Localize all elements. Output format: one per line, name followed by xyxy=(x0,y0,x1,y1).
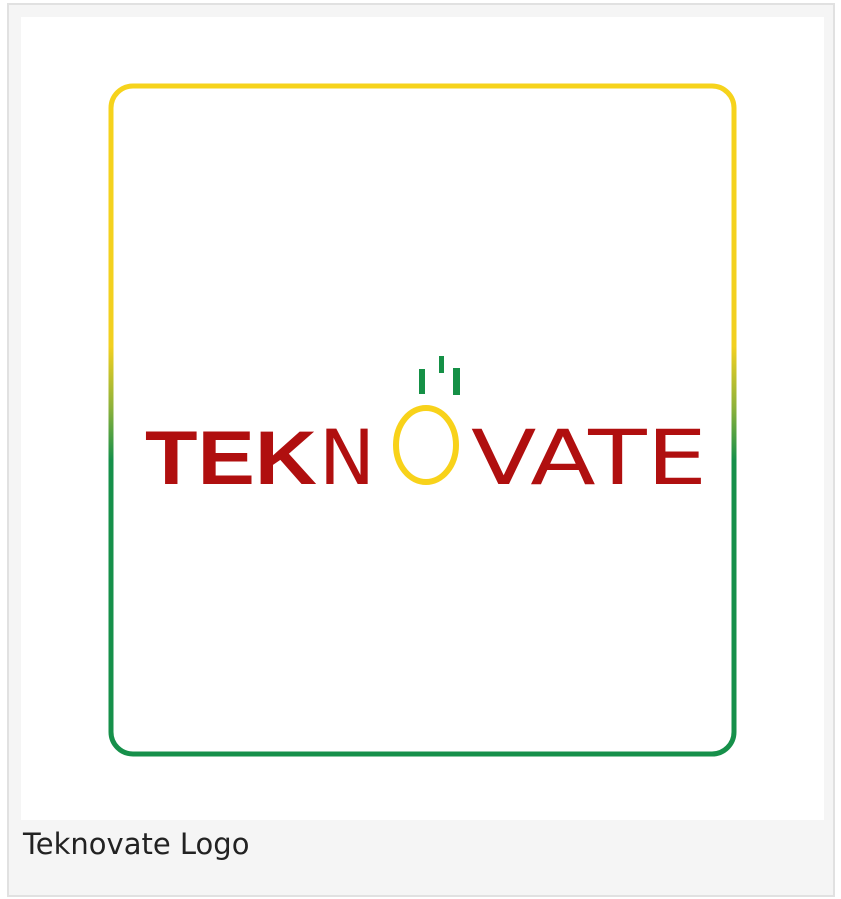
figure-caption: Teknovate Logo xyxy=(23,827,250,861)
image-card: TEK N VATE Teknovate Logo xyxy=(7,3,835,897)
wordmark-tek: TEK xyxy=(145,416,317,501)
teknovate-logo: TEK N VATE xyxy=(108,83,737,757)
wordmark-n: N xyxy=(319,413,375,502)
logo-image: TEK N VATE xyxy=(21,17,824,820)
wordmark-vate: VATE xyxy=(471,413,707,502)
